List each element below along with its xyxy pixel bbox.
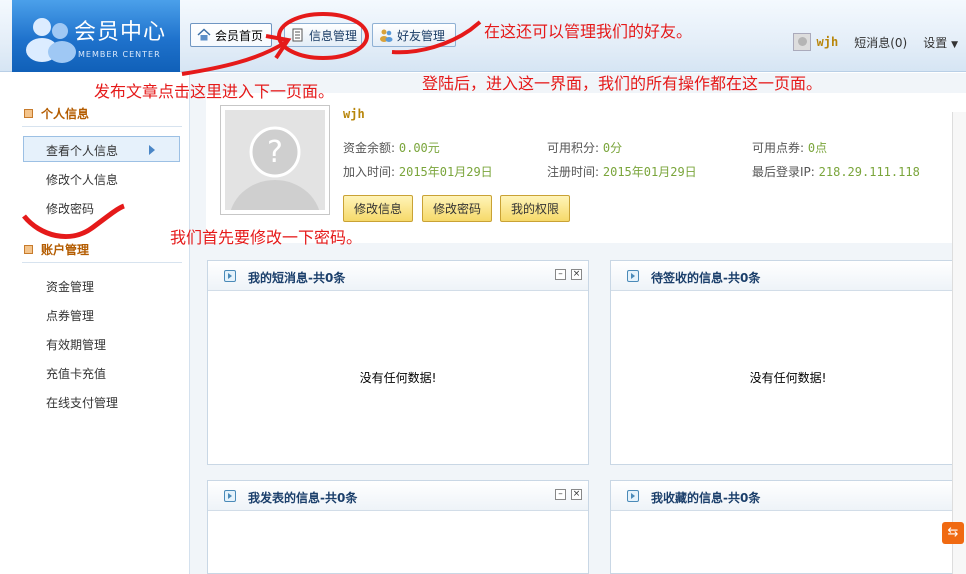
tab-friend-management[interactable]: 好友管理 — [372, 23, 456, 47]
section-square-icon — [24, 245, 33, 254]
sidebar-item-validity[interactable]: 有效期管理 — [46, 336, 106, 353]
annotation-friends: 在这还可以管理我们的好友。 — [484, 22, 693, 41]
panel-title[interactable]: 我发表的信息-共0条 — [248, 489, 357, 506]
panel-header: 我收藏的信息-共0条 — [611, 481, 965, 511]
sidebar-item-edit-profile[interactable]: 修改个人信息 — [46, 171, 118, 188]
users-icon — [26, 18, 76, 63]
sidebar-item-view-profile[interactable]: 查看个人信息 — [46, 142, 118, 159]
profile-card: ? wjh 资金余额: 0.00元 可用积分: 0分 可用点券: 0点 加入时间… — [206, 93, 966, 243]
points-value: 0分 — [602, 141, 623, 155]
top-header: 会员中心 MEMBER CENTER 会员首页 信息管理 好友管理 wjh 短消… — [0, 0, 966, 72]
divider — [22, 262, 182, 263]
section-title: 账户管理 — [41, 243, 90, 257]
short-message-link[interactable]: 短消息(0) — [854, 34, 907, 51]
panel-title[interactable]: 待签收的信息-共0条 — [651, 269, 760, 286]
registered-field: 注册时间: 2015年01月29日 — [547, 163, 697, 180]
edit-info-button[interactable]: 修改信息 — [343, 195, 413, 222]
last-login-ip-field: 最后登录IP: 218.29.111.118 — [752, 163, 920, 180]
balance-value: 0.00元 — [398, 141, 440, 155]
panel-arrow-icon — [224, 270, 236, 282]
annotation-login: 登陆后，进入这一界面，我们的所有操作都在这一页面。 — [422, 74, 823, 93]
caret-down-icon: ▼ — [951, 39, 958, 50]
user-avatar[interactable] — [792, 33, 811, 51]
section-square-icon — [24, 109, 33, 118]
logo-subtitle: MEMBER CENTER — [78, 50, 161, 59]
username-link[interactable]: wjh — [817, 35, 839, 49]
section-title: 个人信息 — [41, 107, 90, 121]
minimize-icon[interactable]: – — [555, 269, 566, 280]
sidebar-item-funds[interactable]: 资金管理 — [46, 278, 94, 295]
right-edge-scrollbar[interactable] — [952, 112, 966, 574]
user-area: wjh 短消息(0) 设置 ▼ — [792, 32, 966, 52]
joined-value: 2015年01月29日 — [398, 165, 493, 179]
annotation-password: 我们首先要修改一下密码。 — [170, 228, 363, 247]
tab-info-management[interactable]: 信息管理 — [284, 23, 362, 47]
sidebar-item-recharge-card[interactable]: 充值卡充值 — [46, 365, 106, 382]
panel-my-favorites: 我收藏的信息-共0条 — [610, 480, 966, 574]
tab-label: 信息管理 — [309, 28, 358, 43]
sidebar-item-coupons[interactable]: 点券管理 — [46, 307, 94, 324]
panel-title[interactable]: 我的短消息-共0条 — [248, 269, 345, 286]
joined-label: 加入时间: — [343, 165, 396, 179]
registered-label: 注册时间: — [547, 165, 600, 179]
registered-value: 2015年01月29日 — [602, 165, 697, 179]
panel-header: 我的短消息-共0条 – × — [208, 261, 588, 291]
points-label: 可用积分: — [547, 141, 600, 155]
empty-message: 没有任何数据! — [359, 371, 437, 385]
my-permissions-button[interactable]: 我的权限 — [500, 195, 570, 222]
balance-label: 资金余额: — [343, 141, 396, 155]
profile-username: wjh — [343, 107, 365, 121]
panel-title[interactable]: 我收藏的信息-共0条 — [651, 489, 760, 506]
panel-arrow-icon — [627, 270, 639, 282]
settings-label: 设置 — [923, 35, 948, 50]
logo-title: 会员中心 — [74, 20, 167, 45]
close-icon[interactable]: × — [571, 489, 582, 500]
coupons-label: 可用点券: — [752, 141, 805, 155]
panel-my-posts: 我发表的信息-共0条 – × — [207, 480, 589, 574]
svg-text:?: ? — [267, 135, 283, 170]
member-center-logo[interactable]: 会员中心 MEMBER CENTER — [12, 0, 180, 72]
main-content: ? wjh 资金余额: 0.00元 可用积分: 0分 可用点券: 0点 加入时间… — [190, 73, 966, 574]
sidebar-item-change-password[interactable]: 修改密码 — [46, 200, 94, 217]
left-sidebar: 个人信息 查看个人信息 修改个人信息 修改密码 账户管理 资金管理 点券管理 有… — [12, 73, 190, 574]
panel-arrow-icon — [224, 490, 236, 502]
points-field: 可用积分: 0分 — [547, 139, 622, 156]
empty-message: 没有任何数据! — [749, 371, 827, 385]
last-login-ip-label: 最后登录IP: — [752, 165, 815, 179]
sidebar-item-online-payment[interactable]: 在线支付管理 — [46, 394, 118, 411]
last-login-ip-value: 218.29.111.118 — [818, 165, 920, 179]
panel-pending-signoff: 待签收的信息-共0条 没有任何数据! — [610, 260, 966, 465]
panel-header: 我发表的信息-共0条 – × — [208, 481, 588, 511]
divider — [22, 126, 182, 127]
coupons-field: 可用点券: 0点 — [752, 139, 827, 156]
joined-field: 加入时间: 2015年01月29日 — [343, 163, 493, 180]
arrow-right-icon — [149, 145, 155, 155]
minimize-icon[interactable]: – — [555, 489, 566, 500]
tab-member-home[interactable]: 会员首页 — [190, 23, 272, 47]
change-password-button[interactable]: 修改密码 — [422, 195, 492, 222]
default-avatar-icon: ? — [230, 126, 320, 210]
section-account-management[interactable]: 账户管理 — [24, 241, 89, 258]
home-icon — [197, 28, 211, 41]
settings-menu[interactable]: 设置 ▼ — [923, 34, 958, 51]
section-personal-info[interactable]: 个人信息 — [24, 105, 89, 122]
floating-widget-button[interactable]: ⇆ — [942, 522, 964, 544]
panel-header: 待签收的信息-共0条 — [611, 261, 965, 291]
close-icon[interactable]: × — [571, 269, 582, 280]
balance-field: 资金余额: 0.00元 — [343, 139, 440, 156]
annotation-publish: 发布文章点击这里进入下一页面。 — [94, 82, 335, 101]
coupons-value: 0点 — [807, 141, 828, 155]
tab-label: 好友管理 — [397, 28, 446, 43]
friends-icon — [380, 29, 393, 42]
profile-avatar[interactable]: ? — [220, 105, 330, 215]
panel-my-messages: 我的短消息-共0条 – × 没有任何数据! — [207, 260, 589, 465]
tab-label: 会员首页 — [215, 28, 264, 43]
document-icon — [292, 28, 303, 42]
panel-arrow-icon — [627, 490, 639, 502]
